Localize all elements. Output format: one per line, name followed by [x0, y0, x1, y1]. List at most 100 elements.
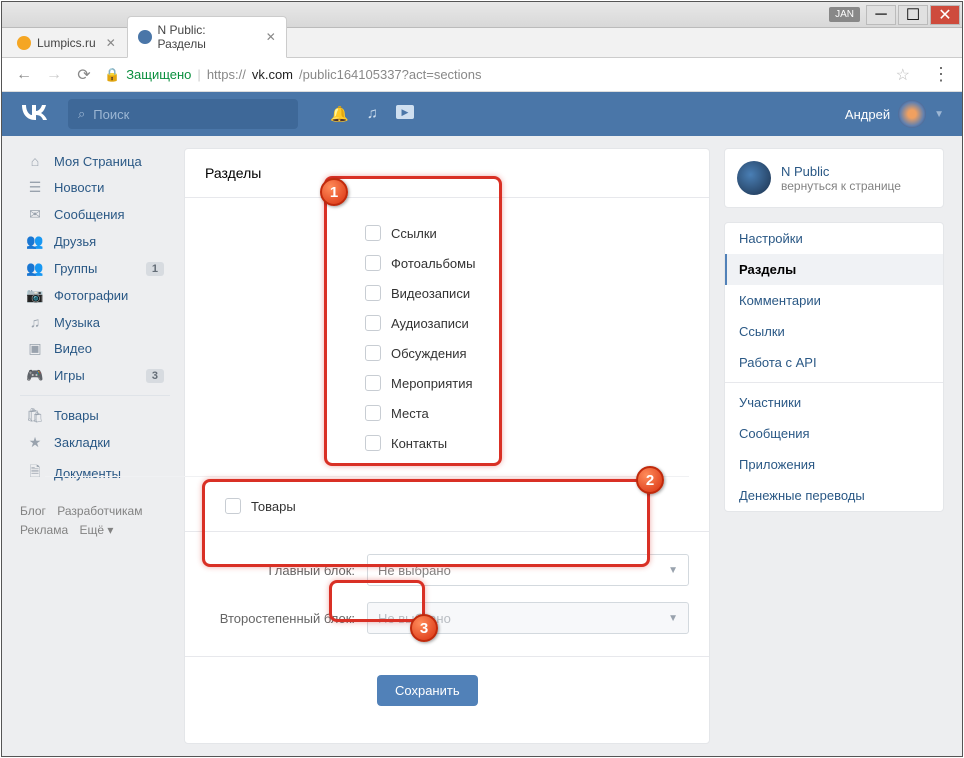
nav-item-games[interactable]: 🎮Игры3: [20, 362, 170, 389]
checkbox-label: Обсуждения: [391, 346, 467, 361]
nav-item-photo[interactable]: 📷Фотографии: [20, 282, 170, 309]
checkbox[interactable]: [365, 405, 381, 421]
avatar: [898, 100, 926, 128]
tab-title: N Public: Разделы: [158, 23, 256, 51]
right-column: N Public вернуться к странице НастройкиР…: [724, 148, 944, 744]
main-block-row: Главный блок: Не выбрано ▼: [185, 546, 709, 594]
nav-separator: [20, 395, 170, 396]
checkbox-label: Ссылки: [391, 226, 437, 241]
checkbox[interactable]: [225, 498, 241, 514]
nav-item-msg[interactable]: ✉Сообщения: [20, 201, 170, 228]
music-icon[interactable]: ♫: [367, 105, 378, 123]
notifications-icon[interactable]: 🔔: [330, 105, 349, 123]
footer-link[interactable]: Реклама: [20, 523, 68, 537]
group-header[interactable]: N Public вернуться к странице: [725, 149, 943, 207]
video-icon: ▣: [26, 340, 44, 357]
nav-item-music[interactable]: ♫Музыка: [20, 309, 170, 335]
checkbox[interactable]: [365, 285, 381, 301]
nav-label: Товары: [54, 408, 99, 423]
search-input[interactable]: [93, 107, 288, 122]
chevron-down-icon: ▼: [668, 613, 678, 624]
url-separator: |: [197, 67, 200, 82]
footer-link[interactable]: Ещё ▾: [79, 523, 113, 537]
search-box[interactable]: ⌕: [68, 99, 298, 129]
browser-menu-icon[interactable]: ⋮: [932, 64, 950, 85]
nav-label: Игры: [54, 368, 85, 383]
checkbox[interactable]: [365, 225, 381, 241]
section-checkbox-row: Фотоальбомы: [365, 248, 689, 278]
nav-label: Фотографии: [54, 288, 128, 303]
url-text: https://: [207, 67, 246, 82]
lock-icon: 🔒: [104, 67, 120, 83]
settings-menu-item[interactable]: Участники: [725, 387, 943, 418]
window-minimize[interactable]: ─: [866, 5, 896, 25]
bookmark-star-icon[interactable]: ☆: [896, 65, 910, 85]
settings-menu-item[interactable]: Приложения: [725, 449, 943, 480]
nav-label: Видео: [54, 341, 92, 356]
nav-label: Сообщения: [54, 207, 125, 222]
vk-header: ⌕ 🔔 ♫ ▶ Андрей ▼: [2, 92, 962, 136]
vk-logo[interactable]: [20, 104, 48, 125]
section-checkbox-row: Контакты: [365, 428, 689, 458]
address-bar: ← → ⟳ 🔒 Защищено | https://vk.com/public…: [2, 58, 962, 92]
section-checkbox-row: Товары: [225, 491, 689, 521]
section-checkbox-row: Видеозаписи: [365, 278, 689, 308]
browser-tab[interactable]: N Public: Разделы ✕: [127, 16, 287, 58]
nav-item-market[interactable]: 🛍 Товары: [20, 402, 170, 429]
checkbox[interactable]: [365, 375, 381, 391]
nav-item-bookmark[interactable]: ★Закладки: [20, 429, 170, 456]
main-block-select[interactable]: Не выбрано ▼: [367, 554, 689, 586]
tab-close-icon[interactable]: ✕: [106, 36, 116, 50]
checkbox-label: Контакты: [391, 436, 447, 451]
section-checkbox-row: Места: [365, 398, 689, 428]
play-icon[interactable]: ▶: [396, 105, 414, 119]
back-icon[interactable]: ←: [14, 66, 34, 84]
groups-icon: 👥: [26, 260, 44, 277]
nav-item-groups[interactable]: 👥Группы1: [20, 255, 170, 282]
group-name: N Public: [781, 164, 901, 179]
checkbox[interactable]: [365, 255, 381, 271]
friends-icon: 👥: [26, 233, 44, 250]
checkbox[interactable]: [365, 435, 381, 451]
annotation-number: 1: [320, 178, 348, 206]
tab-close-icon[interactable]: ✕: [266, 30, 276, 44]
annotation-number: 3: [410, 614, 438, 642]
checkbox-label: Мероприятия: [391, 376, 473, 391]
window-maximize[interactable]: ☐: [898, 5, 928, 25]
tab-favicon-icon: [138, 30, 152, 44]
games-icon: 🎮: [26, 367, 44, 384]
section-checkbox-row: Аудиозаписи: [365, 308, 689, 338]
settings-menu-item[interactable]: Сообщения: [725, 418, 943, 449]
footer-link[interactable]: Блог: [20, 504, 46, 518]
section-checkbox-row: Обсуждения: [365, 338, 689, 368]
nav-item-video[interactable]: ▣ Видео: [20, 335, 170, 362]
settings-menu-item[interactable]: Разделы: [725, 254, 943, 285]
window-close[interactable]: ✕: [930, 5, 960, 25]
checkbox[interactable]: [365, 345, 381, 361]
nav-item-news[interactable]: ☰Новости: [20, 174, 170, 201]
reload-icon[interactable]: ⟳: [74, 65, 94, 85]
forward-icon[interactable]: →: [44, 66, 64, 84]
docs-icon: 🗎: [26, 461, 44, 485]
settings-menu-item[interactable]: Работа с API: [725, 347, 943, 378]
annotation-number: 2: [636, 466, 664, 494]
market-icon: 🛍: [26, 407, 44, 424]
settings-menu-item[interactable]: Денежные переводы: [725, 480, 943, 511]
home-icon: ⌂: [26, 153, 44, 169]
tab-favicon-icon: [17, 36, 31, 50]
checkbox[interactable]: [365, 315, 381, 331]
main-card: Разделы СсылкиФотоальбомыВидеозаписиАуди…: [184, 148, 710, 744]
settings-menu-item[interactable]: Ссылки: [725, 316, 943, 347]
user-menu[interactable]: Андрей ▼: [845, 100, 944, 128]
save-button[interactable]: Сохранить: [377, 675, 478, 706]
nav-item-home[interactable]: ⌂Моя Страница: [20, 148, 170, 174]
group-back-link[interactable]: вернуться к странице: [781, 179, 901, 193]
browser-tab[interactable]: Lumpics.ru ✕: [6, 29, 127, 57]
url-field[interactable]: 🔒 Защищено | https://vk.com/public164105…: [104, 67, 482, 83]
nav-item-friends[interactable]: 👥Друзья: [20, 228, 170, 255]
section-checkbox-row: Мероприятия: [365, 368, 689, 398]
section-checkbox-row: Ссылки: [365, 218, 689, 248]
settings-menu-item[interactable]: Комментарии: [725, 285, 943, 316]
settings-menu-item[interactable]: Настройки: [725, 223, 943, 254]
tab-title: Lumpics.ru: [37, 36, 96, 50]
